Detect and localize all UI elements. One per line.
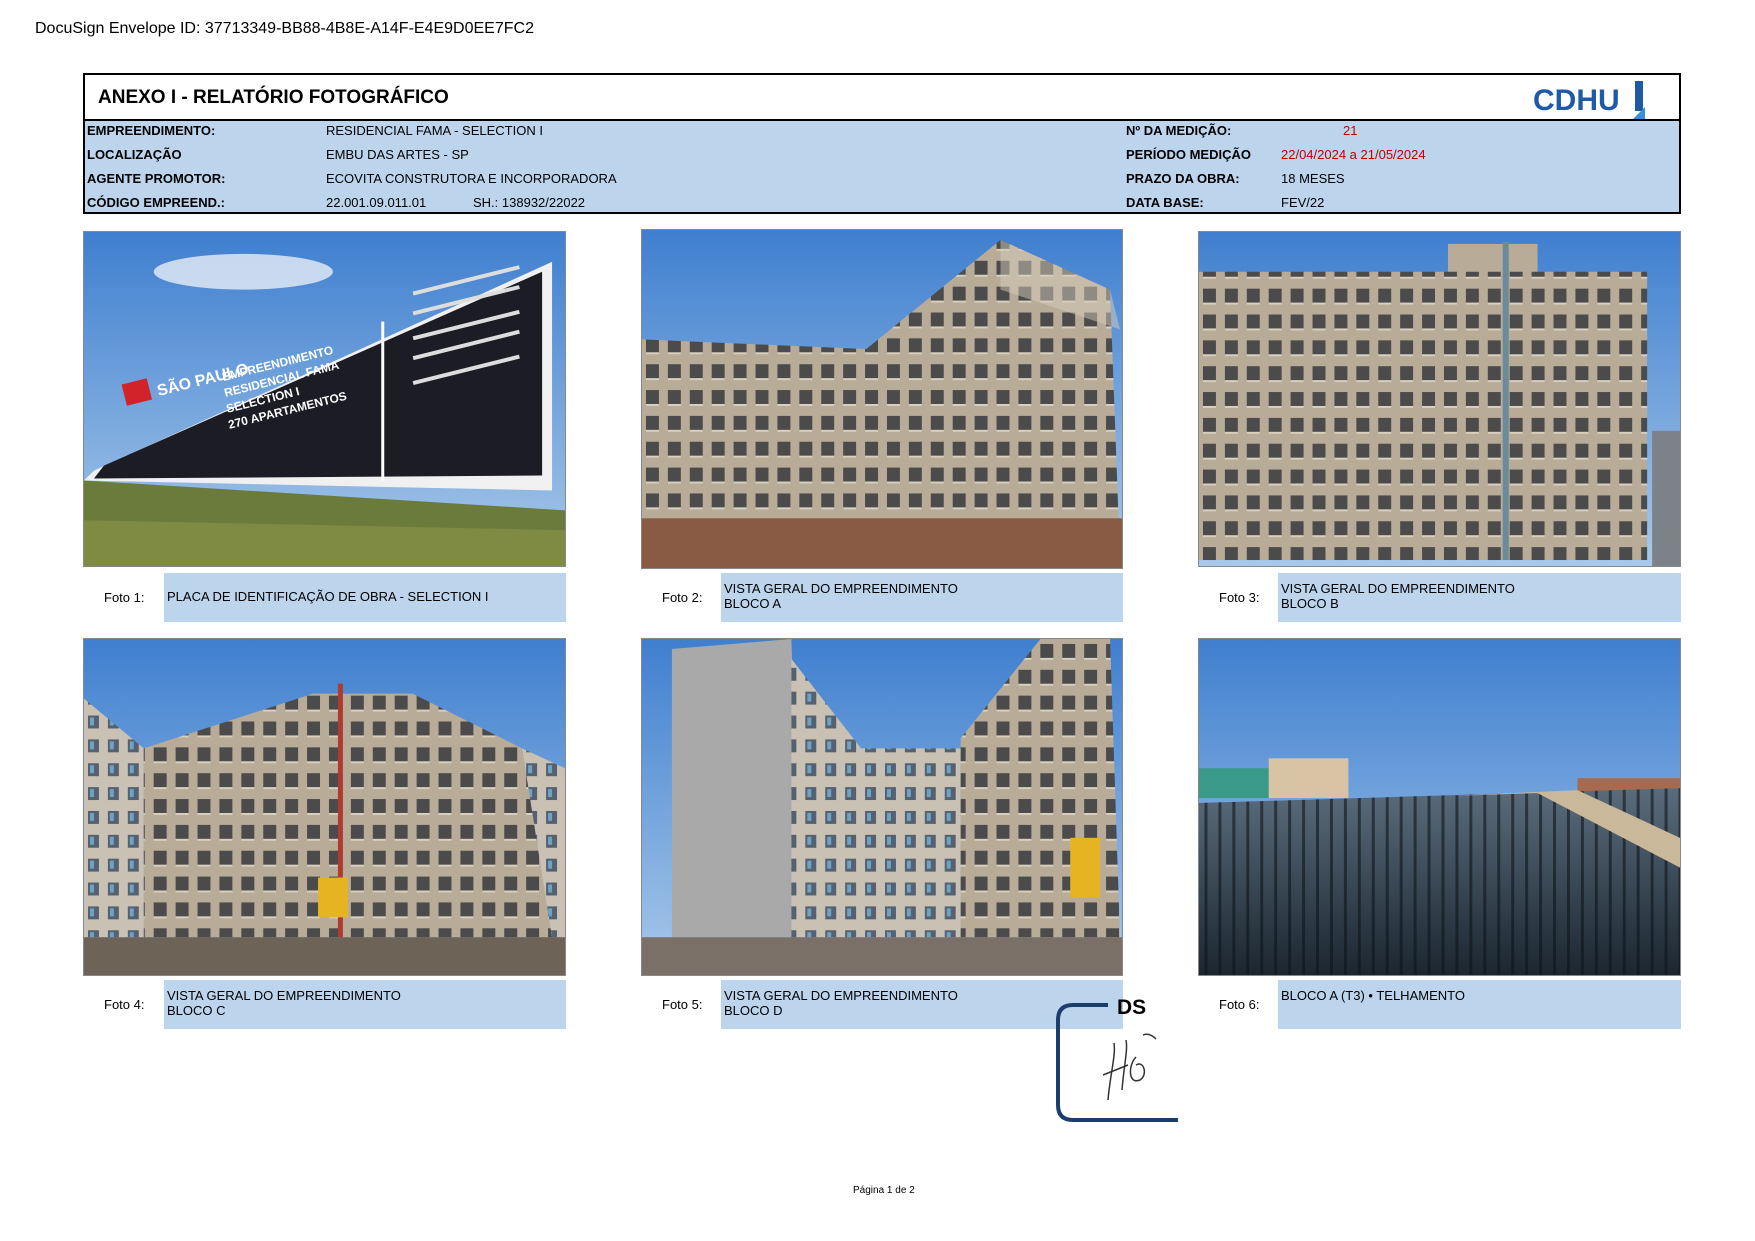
photo-6-number: Foto 6: <box>1219 997 1260 1012</box>
photo-3-bloco-b <box>1198 231 1681 567</box>
value-prazo-obra: 18 MESES <box>1281 171 1345 186</box>
label-empreendimento: EMPREENDIMENTO: <box>87 123 216 138</box>
value-codigo-empreend: 22.001.09.011.01 <box>326 195 427 210</box>
docusign-initials-stamp[interactable] <box>1048 995 1180 1130</box>
label-data-base: DATA BASE: <box>1126 195 1204 210</box>
value-empreendimento: RESIDENCIAL FAMA - SELECTION I <box>326 123 543 138</box>
label-agente-promotor: AGENTE PROMOTOR: <box>87 171 226 186</box>
photo-3-caption-line1: VISTA GERAL DO EMPREENDIMENTO <box>1281 581 1515 596</box>
report-title: ANEXO I - RELATÓRIO FOTOGRÁFICO <box>98 87 449 108</box>
label-n-medicao: Nº DA MEDIÇÃO: <box>1126 123 1232 138</box>
photo-1-caption-line1: PLACA DE IDENTIFICAÇÃO DE OBRA - SELECTI… <box>167 589 489 604</box>
photo-4-number: Foto 4: <box>104 997 145 1012</box>
photo-2-bloco-a <box>641 229 1123 569</box>
header-title-row: ANEXO I - RELATÓRIO FOTOGRÁFICO CDHU <box>85 75 1679 121</box>
photo-5-number: Foto 5: <box>662 997 703 1012</box>
label-localizacao: LOCALIZAÇÃO <box>87 147 182 162</box>
photo-2-caption: VISTA GERAL DO EMPREENDIMENTO BLOCO A <box>721 573 1123 622</box>
photo-3-number: Foto 3: <box>1219 590 1260 605</box>
value-sh: SH.: 138932/22022 <box>473 195 586 210</box>
photo-6-telhamento <box>1198 638 1681 976</box>
value-localizacao: EMBU DAS ARTES - SP <box>326 147 469 162</box>
photo-4-caption-line1: VISTA GERAL DO EMPREENDIMENTO <box>167 988 401 1003</box>
photo-2-caption-line1: VISTA GERAL DO EMPREENDIMENTO <box>724 581 958 596</box>
value-data-base: FEV/22 <box>1281 195 1325 210</box>
photo-4-caption: VISTA GERAL DO EMPREENDIMENTO BLOCO C <box>164 980 566 1029</box>
ds-label: DS <box>1117 996 1147 1019</box>
photo-2-caption-line2: BLOCO A <box>724 596 782 611</box>
label-periodo-medicao: PERÍODO MEDIÇÃO <box>1126 147 1251 162</box>
photo-1-number: Foto 1: <box>104 590 145 605</box>
photo-3-caption-line2: BLOCO B <box>1281 596 1339 611</box>
label-prazo-obra: PRAZO DA OBRA: <box>1126 171 1240 186</box>
photo-2-number: Foto 2: <box>662 590 703 605</box>
photo-5-bloco-d <box>641 638 1123 976</box>
photo-1-caption: PLACA DE IDENTIFICAÇÃO DE OBRA - SELECTI… <box>164 573 566 622</box>
photo-6-caption-line1: BLOCO A (T3) • TELHAMENTO <box>1281 988 1465 1003</box>
label-codigo-empreend: CÓDIGO EMPREEND.: <box>87 195 225 210</box>
photo-4-caption-line2: BLOCO C <box>167 1003 226 1018</box>
photo-6-caption: BLOCO A (T3) • TELHAMENTO <box>1278 980 1681 1029</box>
value-agente-promotor: ECOVITA CONSTRUTORA E INCORPORADORA <box>326 171 617 186</box>
photo-3-caption: VISTA GERAL DO EMPREENDIMENTO BLOCO B <box>1278 573 1681 622</box>
photo-4-bloco-c <box>83 638 566 976</box>
report-header: ANEXO I - RELATÓRIO FOTOGRÁFICO CDHU EMP… <box>83 73 1681 214</box>
page-number: Página 1 de 2 <box>853 1185 915 1196</box>
value-n-medicao: 21 <box>1343 123 1358 138</box>
value-periodo-medicao: 22/04/2024 a 21/05/2024 <box>1281 147 1426 162</box>
photo-1-sign-board: SÃO PAULO EMPREENDIMENTO RESIDENCIAL FAM… <box>83 231 566 567</box>
cdhu-logo: CDHU <box>1533 81 1645 119</box>
cdhu-logo-text: CDHU <box>1533 84 1620 117</box>
envelope-id: DocuSign Envelope ID: 37713349-BB88-4B8E… <box>35 20 534 37</box>
